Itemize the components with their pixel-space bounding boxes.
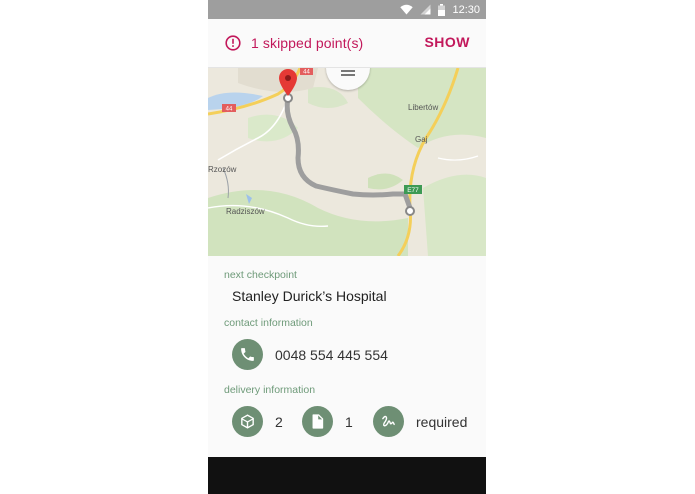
place-label-libertow: Libertów <box>408 103 438 112</box>
phone-icon <box>241 348 254 361</box>
documents-badge <box>302 406 333 437</box>
call-button[interactable] <box>232 339 263 370</box>
battery-icon <box>438 3 446 16</box>
phone-screen: 12:30 1 skipped point(s) SHOW 44 44 E77 … <box>208 0 486 494</box>
alert-circle-icon <box>225 35 241 51</box>
contact-information-label: contact information <box>224 317 313 329</box>
skipped-points-message: 1 skipped point(s) <box>251 35 364 51</box>
signature-icon <box>382 415 395 427</box>
handle-line-bottom <box>341 74 355 76</box>
route-map[interactable]: 44 44 E77 Libertów Gaj Rzozów Radziszów <box>208 68 486 256</box>
map-canvas: 44 44 E77 Libertów Gaj Rzozów Radziszów <box>208 68 486 256</box>
handle-line-top <box>341 70 355 72</box>
road-badge-44-top: 44 <box>303 70 310 76</box>
packages-count: 2 <box>275 414 283 430</box>
documents-count: 1 <box>345 414 353 430</box>
navigation-bar <box>208 457 486 494</box>
signature-badge <box>373 406 404 437</box>
status-bar: 12:30 <box>208 0 486 19</box>
place-label-gaj: Gaj <box>415 135 428 144</box>
road-badge-44-left: 44 <box>226 107 233 113</box>
packages-badge <box>232 406 263 437</box>
show-button[interactable]: SHOW <box>424 34 470 50</box>
signature-status: required <box>416 414 468 430</box>
document-icon <box>312 414 324 429</box>
road-badge-e77: E77 <box>407 187 419 194</box>
wifi-icon <box>400 4 414 15</box>
status-time: 12:30 <box>452 3 480 16</box>
delivery-information-label: delivery information <box>224 384 316 396</box>
phone-number[interactable]: 0048 554 445 554 <box>275 347 388 363</box>
next-checkpoint-label: next checkpoint <box>224 269 297 281</box>
skipped-points-banner: 1 skipped point(s) SHOW <box>208 19 486 68</box>
signal-icon <box>420 4 431 15</box>
place-label-rzozow: Rzozów <box>208 165 237 174</box>
package-icon <box>241 414 254 429</box>
place-label-radziszow: Radziszów <box>226 207 265 216</box>
checkpoint-name: Stanley Durick’s Hospital <box>232 288 387 304</box>
checkpoint-details: next checkpoint Stanley Durick’s Hospita… <box>208 256 486 456</box>
